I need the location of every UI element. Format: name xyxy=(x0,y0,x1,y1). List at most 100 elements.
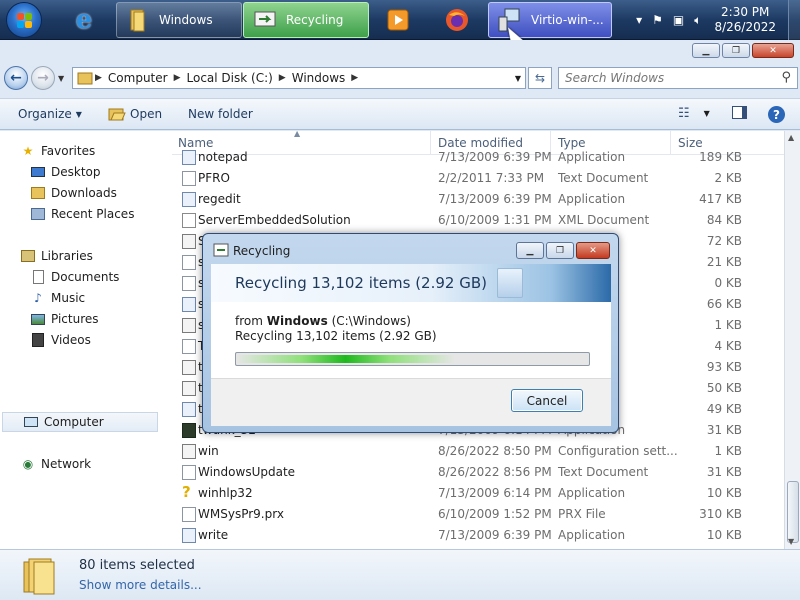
nav-music[interactable]: ♪ Music xyxy=(0,288,172,308)
file-date: 6/10/2009 1:52 PM xyxy=(438,507,552,521)
file-row[interactable]: ServerEmbeddedSolution 6/10/2009 1:31 PM X… xyxy=(176,210,748,231)
nav-documents[interactable]: Documents xyxy=(0,267,172,287)
file-name: WindowsUpdate xyxy=(198,465,296,479)
address-row: ← → ▼ ▶ Computer ▶ Local Disk (C:) ▶ Win… xyxy=(0,64,800,94)
open-button[interactable]: Open xyxy=(108,107,162,121)
search-input[interactable] xyxy=(559,68,769,88)
view-list-icon: ☷ xyxy=(678,106,690,121)
dialog-maximize-button[interactable]: ❐ xyxy=(546,242,574,259)
media-player-pin[interactable] xyxy=(378,3,418,37)
xml-file-icon xyxy=(182,213,196,228)
minimize-button[interactable]: ▁ xyxy=(692,43,720,58)
new-folder-button[interactable]: New folder xyxy=(188,107,253,121)
file-type: Text Document xyxy=(558,465,649,479)
file-row[interactable]: WindowsUpdate 8/26/2022 8:56 PM Text Docum… xyxy=(176,462,748,483)
cancel-button[interactable]: Cancel xyxy=(511,389,583,412)
taskbar-recycling[interactable]: Recycling xyxy=(243,2,369,38)
text-document-icon xyxy=(182,465,196,480)
organize-label: Organize xyxy=(18,107,72,121)
scrollbar-thumb[interactable] xyxy=(787,481,799,543)
breadcrumb-separator-icon[interactable]: ▶ xyxy=(279,73,286,83)
maximize-button[interactable]: ❐ xyxy=(722,43,750,58)
file-row[interactable]: notepad 7/13/2009 6:39 PM Application 189 K… xyxy=(176,147,748,168)
open-folder-icon xyxy=(108,108,126,121)
settings-file-icon xyxy=(182,381,196,396)
recent-pages-dropdown[interactable]: ▼ xyxy=(58,74,64,83)
help-file-icon: ? xyxy=(182,483,191,501)
forward-button[interactable]: → xyxy=(31,66,55,90)
breadcrumb-separator-icon[interactable]: ▶ xyxy=(174,73,181,83)
volume-icon[interactable]: 🔈︎ xyxy=(694,13,701,28)
system-tray: ▾ ⚑ ▣ 🔈︎ 2:30 PM 8/26/2022 xyxy=(631,0,800,40)
folder-icon xyxy=(130,9,145,32)
text-document-icon xyxy=(182,171,196,186)
back-button[interactable]: ← xyxy=(4,66,28,90)
breadcrumb-separator-icon[interactable]: ▶ xyxy=(95,73,102,83)
folder-icon xyxy=(77,72,93,85)
file-name: regedit xyxy=(198,192,241,206)
application-icon xyxy=(182,528,196,543)
refresh-button[interactable]: ⇆ xyxy=(528,67,552,89)
recycle-progress-icon xyxy=(254,11,276,27)
action-center-flag-icon[interactable]: ⚑ xyxy=(652,13,663,27)
file-row[interactable]: PFRO 2/2/2011 7:33 PM Text Document 2 KB xyxy=(176,168,748,189)
nav-pictures[interactable]: Pictures xyxy=(0,309,172,329)
start-button[interactable] xyxy=(6,2,42,38)
nav-label: Favorites xyxy=(41,144,96,158)
nav-recent-places[interactable]: Recent Places xyxy=(0,204,172,224)
internet-explorer-pin[interactable]: e xyxy=(64,3,104,37)
network-globe-icon: ◉ xyxy=(22,457,34,471)
firefox-pin[interactable] xyxy=(437,3,477,37)
breadcrumb-local-disk[interactable]: Local Disk (C:) xyxy=(187,71,273,85)
preview-pane-button[interactable] xyxy=(732,106,747,119)
dialog-minimize-button[interactable]: ▁ xyxy=(516,242,544,259)
file-date: 7/13/2009 6:39 PM xyxy=(438,528,552,542)
change-view-button[interactable]: ☷ ▼ xyxy=(678,106,710,121)
breadcrumb-separator-icon[interactable]: ▶ xyxy=(351,73,358,83)
nav-videos[interactable]: Videos xyxy=(0,330,172,350)
recycle-progress-icon xyxy=(213,243,229,257)
nav-libraries[interactable]: Libraries xyxy=(0,246,172,266)
nav-downloads[interactable]: Downloads xyxy=(0,183,172,203)
nav-label: Libraries xyxy=(41,249,93,263)
file-size: 10 KB xyxy=(706,528,742,542)
help-button[interactable]: ? xyxy=(768,106,785,123)
file-row[interactable]: ? winhlp32 7/13/2009 6:14 PM Application 10 … xyxy=(176,483,748,504)
network-icon[interactable]: ▣ xyxy=(673,13,684,27)
taskbar-windows-explorer[interactable]: Windows xyxy=(116,2,242,38)
file-row[interactable]: write 7/13/2009 6:39 PM Application 10 KB xyxy=(176,525,748,546)
address-history-dropdown[interactable]: ▼ xyxy=(515,74,521,83)
file-row[interactable]: win 8/26/2022 8:50 PM Configuration sett..… xyxy=(176,441,748,462)
nav-network[interactable]: ◉ Network xyxy=(0,454,172,474)
recycling-dialog: Recycling ▁ ❐ ✕ Recycling 13,102 items (… xyxy=(202,233,619,433)
show-more-details-link[interactable]: Show more details... xyxy=(79,578,202,592)
clock[interactable]: 2:30 PM 8/26/2022 xyxy=(714,5,776,35)
breadcrumb-computer[interactable]: Computer xyxy=(108,71,168,85)
file-size: 66 KB xyxy=(706,297,742,311)
new-folder-label: New folder xyxy=(188,107,253,121)
search-icon[interactable]: ⚲ xyxy=(781,70,791,85)
organize-menu[interactable]: Organize ▼ xyxy=(18,107,82,121)
file-row[interactable]: WMSysPr9.prx 6/10/2009 1:52 PM PRX File 310… xyxy=(176,504,748,525)
close-button[interactable]: ✕ xyxy=(752,43,794,58)
computer-icon xyxy=(23,414,39,430)
file-name: winhlp32 xyxy=(198,486,253,500)
nav-label: Videos xyxy=(51,333,91,347)
scroll-down-icon[interactable]: ▼ xyxy=(788,537,794,546)
multiple-files-icon xyxy=(23,558,55,595)
show-hidden-icons-icon[interactable]: ▾ xyxy=(636,13,642,27)
file-row[interactable]: regedit 7/13/2009 6:39 PM Application 417 K… xyxy=(176,189,748,210)
breadcrumb-windows[interactable]: Windows xyxy=(292,71,346,85)
downloads-folder-icon xyxy=(30,185,46,201)
refresh-icon: ⇆ xyxy=(534,71,546,85)
show-desktop-button[interactable] xyxy=(788,0,800,40)
nav-favorites[interactable]: ★ Favorites xyxy=(0,141,172,161)
file-type: PRX File xyxy=(558,507,606,521)
file-size: 10 KB xyxy=(706,486,742,500)
nav-computer[interactable]: Computer xyxy=(2,412,158,432)
vertical-scrollbar[interactable]: ▲ ▼ xyxy=(784,131,800,549)
scroll-up-icon[interactable]: ▲ xyxy=(788,133,794,142)
nav-desktop[interactable]: Desktop xyxy=(0,162,172,182)
address-bar[interactable]: ▶ Computer ▶ Local Disk (C:) ▶ Windows ▶… xyxy=(72,67,526,89)
dialog-close-button[interactable]: ✕ xyxy=(576,242,610,259)
